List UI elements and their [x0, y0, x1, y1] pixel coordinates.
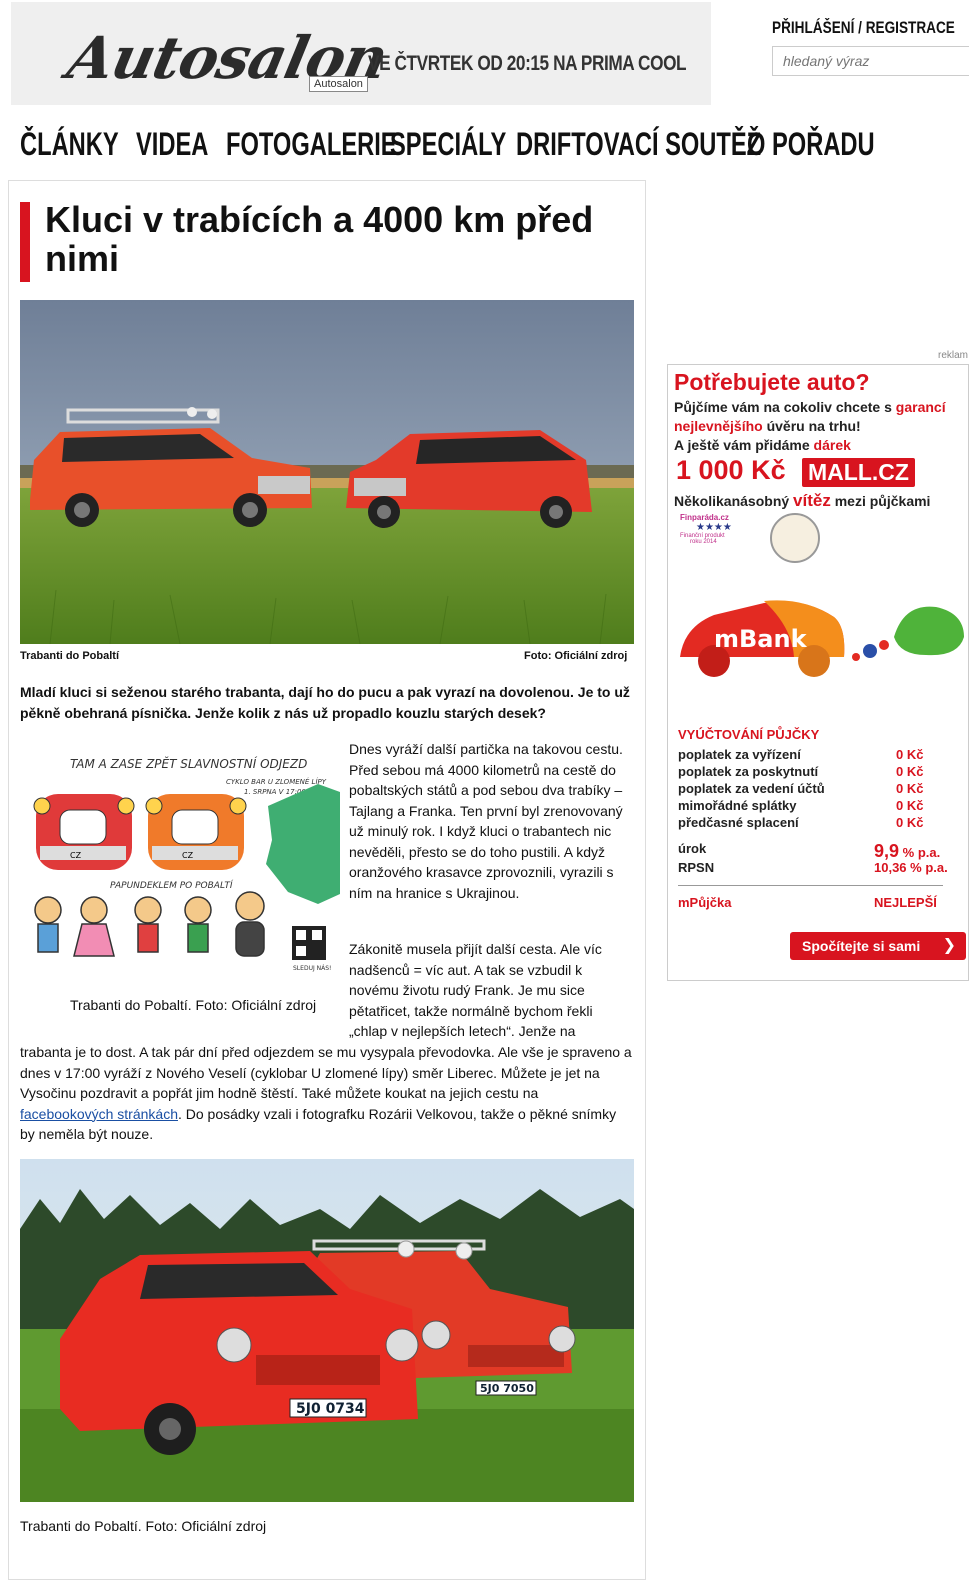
- mbank-logo: mBank: [680, 600, 964, 677]
- article-lead: Mladí kluci si seženou starého trabanta,…: [20, 684, 630, 721]
- mbank-advertisement[interactable]: Potřebujete auto? Půjčíme vám na cokoliv…: [667, 364, 969, 981]
- rpsn-row: RPSN 10,36 % p.a.: [678, 860, 948, 875]
- fee-row-4: mimořádné splátky 0 Kč: [678, 798, 924, 813]
- article-paragraph-2-rest: trabanta je to dost. A tak pár dní před …: [20, 1042, 634, 1145]
- nav-item-videa[interactable]: VIDEA: [136, 126, 208, 166]
- award-stars-icon: ★★★★: [696, 522, 732, 533]
- svg-text:mBank: mBank: [714, 625, 808, 653]
- article-photo-trabants-field[interactable]: [20, 300, 634, 644]
- site-logo[interactable]: Autosalon Autosalon: [33, 10, 393, 92]
- illustration-heading: TAM A ZASE ZPĚT SLAVNOSTNÍ ODJEZD: [70, 756, 307, 771]
- header-banner: Autosalon Autosalon VE ČTVRTEK OD 20:15 …: [11, 2, 711, 105]
- illustration-plate-right: CZ: [182, 851, 194, 860]
- seal-icon: [770, 513, 820, 563]
- ad-line-4: Několikanásobný vítěz mezi půjčkami: [674, 491, 931, 510]
- ad-heading: Potřebujete auto?: [674, 369, 870, 395]
- ad-line-1: Půjčíme vám na cokoliv chcete s garancí: [674, 399, 946, 415]
- photo1-credit: Foto: Oficiální zdroj: [524, 650, 628, 662]
- photo2-plate-right: 5J0 7050: [480, 1382, 534, 1395]
- photo2-caption: Trabanti do Pobaltí. Foto: Oficiální zdr…: [20, 1518, 267, 1534]
- mall-logo: MALL.CZ: [802, 458, 915, 487]
- article-paragraph-2-start: Zákonitě musela přijít další cesta. Ale …: [349, 941, 602, 1039]
- illustration-slogan: PAPUNDEKLEM PO POBALTÍ: [110, 879, 234, 891]
- article-title: Kluci v trabících a 4000 km před nimi: [45, 199, 594, 279]
- illustration-subtitle-1: CYKLO BAR U ZLOMENÉ LÍPY: [226, 777, 327, 786]
- illustration-caption: Trabanti do Pobaltí. Foto: Oficiální zdr…: [70, 997, 317, 1013]
- fee-row-5: předčasné splacení 0 Kč: [678, 815, 924, 830]
- facebook-link[interactable]: facebookových stránkách: [20, 1106, 178, 1122]
- photo2-plate-left: 5J0 0734: [296, 1401, 365, 1417]
- illustration-plate-left: CZ: [70, 851, 82, 860]
- photo1-caption: Trabanti do Pobaltí: [20, 650, 120, 662]
- ad-label: reklam: [938, 350, 969, 361]
- ad-section-title: VYÚČTOVÁNÍ PŮJČKY: [678, 727, 820, 742]
- paragraph-2-text: trabanta je to dost. A tak pár dní před …: [20, 1044, 632, 1101]
- main-nav: ČLÁNKY VIDEA FOTOGALERIE SPECIÁLY DRIFTO…: [20, 126, 883, 166]
- calculate-button[interactable]: Spočítejte si sami ❯: [790, 932, 966, 960]
- tagline: VE ČTVRTEK OD 20:15 NA PRIMA COOL: [368, 52, 687, 75]
- fee-row-3: poplatek za vedení účtů 0 Kč: [678, 781, 924, 796]
- award-badge: Finparáda.cz ★★★★ Finanční produkt roku …: [680, 513, 750, 545]
- chevron-right-icon: ❯: [942, 937, 956, 954]
- ad-line-3: A ještě vám přidáme dárek: [674, 437, 851, 453]
- nav-item-o-poradu[interactable]: O POŘADU: [747, 126, 875, 166]
- illustration-qr-label: SLEDUJ NÁS!: [293, 965, 331, 972]
- article-paragraph-1: Dnes vyráží další partička na takovou ce…: [349, 741, 623, 901]
- fee-row-1: poplatek za vyřízení 0 Kč: [678, 747, 924, 762]
- award-sub-2: roku 2014: [690, 539, 717, 545]
- search-input[interactable]: [772, 46, 969, 76]
- ad-line-2: nejlevnějšího úvěru na trhu!: [674, 418, 861, 434]
- article-photo-trabants-forest[interactable]: 5J0 7050 5J0 0734: [20, 1159, 634, 1502]
- login-register-link[interactable]: PŘIHLÁŠENÍ / REGISTRACE: [772, 18, 955, 38]
- title-accent-bar: [20, 202, 30, 282]
- nav-item-driftovaci-soutez[interactable]: DRIFTOVACÍ SOUTĚŽ: [516, 126, 761, 166]
- nav-item-clanky[interactable]: ČLÁNKY: [20, 126, 119, 166]
- nav-item-fotogalerie[interactable]: FOTOGALERIE: [226, 126, 397, 166]
- calculate-button-label: Spočítejte si sami: [802, 938, 921, 954]
- ad-gift-amount: 1 000 Kč: [676, 455, 786, 485]
- fee-row-2: poplatek za poskytnutí 0 Kč: [678, 764, 924, 779]
- nav-item-specialy[interactable]: SPECIÁLY: [390, 126, 506, 166]
- product-row: mPůjčka NEJLEPŠÍ: [678, 895, 937, 910]
- trip-illustration[interactable]: TAM A ZASE ZPĚT SLAVNOSTNÍ ODJEZD CYKLO …: [18, 744, 340, 996]
- rate-row: úrok 9,9 % p.a.: [678, 841, 941, 861]
- ad-divider: [678, 885, 943, 886]
- logo-badge: Autosalon: [309, 76, 368, 92]
- award-name: Finparáda.cz: [680, 513, 729, 522]
